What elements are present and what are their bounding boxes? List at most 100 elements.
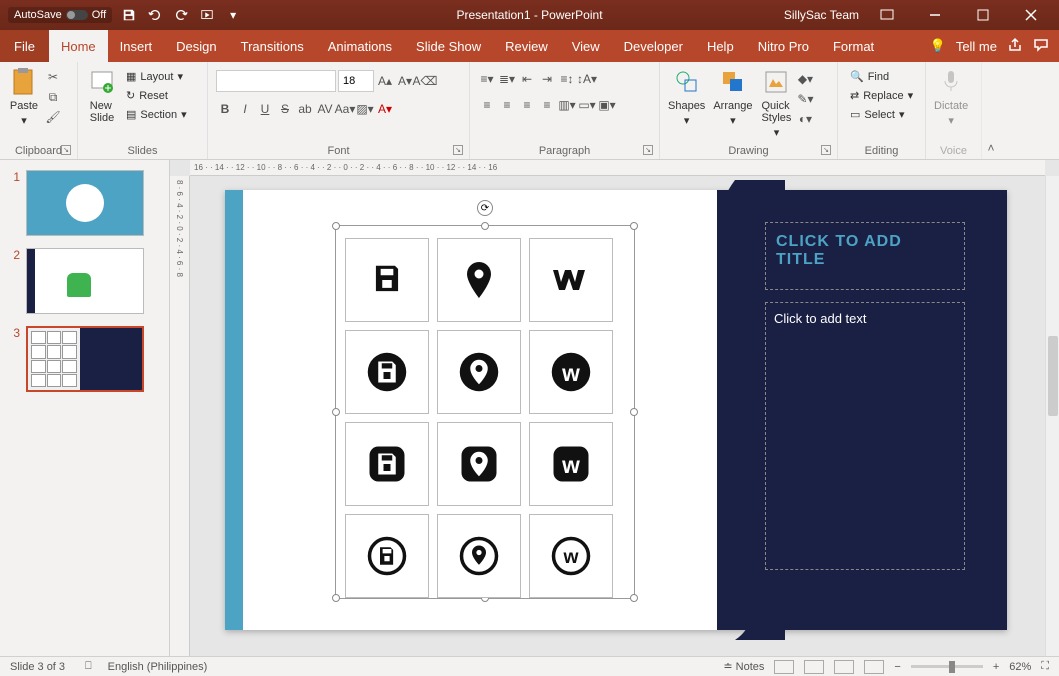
clear-formatting-icon[interactable]: A⌫ <box>416 72 434 90</box>
tab-developer[interactable]: Developer <box>612 30 695 62</box>
slide[interactable]: CLICK TO ADD TITLE Click to add text ⟳ <box>225 190 1007 630</box>
bullets-icon[interactable]: ≡▾ <box>478 70 496 88</box>
align-left-icon[interactable]: ≡ <box>478 96 496 114</box>
dialog-launcher-icon[interactable]: ↘ <box>643 145 653 155</box>
maximize-icon[interactable] <box>963 1 1003 29</box>
comments-icon[interactable] <box>1033 37 1049 56</box>
slide-thumbnail-3[interactable] <box>26 326 144 392</box>
tell-me-search[interactable]: Tell me <box>956 39 997 54</box>
line-spacing-icon[interactable]: ≡↕ <box>558 70 576 88</box>
underline-icon[interactable]: U <box>256 100 274 118</box>
fit-to-window-icon[interactable]: ⛶ <box>1041 660 1049 673</box>
change-case-icon[interactable]: Aa▾ <box>336 100 354 118</box>
find-button[interactable]: 🔍Find <box>846 68 893 85</box>
dialog-launcher-icon[interactable]: ↘ <box>453 145 463 155</box>
tab-help[interactable]: Help <box>695 30 746 62</box>
dialog-launcher-icon[interactable]: ↘ <box>61 145 71 155</box>
italic-icon[interactable]: I <box>236 100 254 118</box>
slide-sorter-view-icon[interactable] <box>804 660 824 674</box>
tab-transitions[interactable]: Transitions <box>229 30 316 62</box>
language-indicator[interactable]: English (Philippines) <box>108 661 208 673</box>
reset-button[interactable]: ↻Reset <box>122 87 191 104</box>
text-direction-icon[interactable]: ↕A▾ <box>578 70 596 88</box>
quick-styles-button[interactable]: Quick Styles▾ <box>756 64 796 141</box>
shape-fill-icon[interactable]: ◆▾ <box>796 70 814 88</box>
user-name[interactable]: SillySac Team <box>784 8 859 22</box>
shape-effects-icon[interactable]: ◐▾ <box>796 110 814 128</box>
bold-icon[interactable]: B <box>216 100 234 118</box>
shape-outline-icon[interactable]: ✎▾ <box>796 90 814 108</box>
tab-nitropro[interactable]: Nitro Pro <box>746 30 821 62</box>
font-color-icon[interactable]: A▾ <box>376 100 394 118</box>
notes-button[interactable]: ≐ Notes <box>723 660 764 673</box>
slide-canvas-area[interactable]: 16 · · 14 · · 12 · · 10 · · 8 · · 6 · · … <box>170 160 1059 656</box>
smartart-icon[interactable]: ▣▾ <box>598 96 616 114</box>
increase-indent-icon[interactable]: ⇥ <box>538 70 556 88</box>
font-name-input[interactable] <box>216 70 336 92</box>
icon-save-circle[interactable] <box>345 330 429 414</box>
align-right-icon[interactable]: ≡ <box>518 96 536 114</box>
tab-slideshow[interactable]: Slide Show <box>404 30 493 62</box>
tab-insert[interactable]: Insert <box>108 30 165 62</box>
copy-icon[interactable]: ⧉ <box>44 88 62 106</box>
resize-handle[interactable] <box>332 222 340 230</box>
slide-thumbnail-1[interactable] <box>26 170 144 236</box>
vertical-scrollbar[interactable] <box>1045 176 1059 656</box>
scrollbar-thumb[interactable] <box>1048 336 1058 416</box>
resize-handle[interactable] <box>332 408 340 416</box>
resize-handle[interactable] <box>332 594 340 602</box>
section-button[interactable]: ▤Section▾ <box>122 106 191 123</box>
columns-icon[interactable]: ▥▾ <box>558 96 576 114</box>
icon-pin[interactable] <box>437 238 521 322</box>
replace-button[interactable]: ⇄Replace▾ <box>846 87 917 104</box>
slide-counter[interactable]: Slide 3 of 3 <box>10 661 65 673</box>
slide-thumbnail-2[interactable] <box>26 248 144 314</box>
spellcheck-icon[interactable]: ⎕ <box>85 660 92 673</box>
layout-button[interactable]: ▦Layout▾ <box>122 68 191 85</box>
decrease-font-icon[interactable]: A▾ <box>396 72 414 90</box>
slide-thumbnails-panel[interactable]: 1 2 3 <box>0 160 170 656</box>
select-button[interactable]: ▭Select▾ <box>846 106 909 123</box>
shapes-button[interactable]: Shapes▾ <box>664 64 709 129</box>
align-center-icon[interactable]: ≡ <box>498 96 516 114</box>
icon-w-rounded[interactable]: w <box>529 422 613 506</box>
zoom-out-icon[interactable]: − <box>894 661 900 673</box>
icon-w[interactable] <box>529 238 613 322</box>
tab-animations[interactable]: Animations <box>316 30 404 62</box>
undo-icon[interactable] <box>146 6 164 24</box>
zoom-level[interactable]: 62% <box>1009 661 1031 673</box>
align-text-icon[interactable]: ▭▾ <box>578 96 596 114</box>
icon-save-outline[interactable] <box>345 514 429 598</box>
ribbon-display-options-icon[interactable] <box>867 1 907 29</box>
save-icon[interactable] <box>120 6 138 24</box>
character-spacing-icon[interactable]: AV <box>316 100 334 118</box>
cut-icon[interactable]: ✂ <box>44 68 62 86</box>
share-icon[interactable] <box>1007 37 1023 56</box>
rotation-handle-icon[interactable]: ⟳ <box>477 200 493 216</box>
numbering-icon[interactable]: ≣▾ <box>498 70 516 88</box>
justify-icon[interactable]: ≡ <box>538 96 556 114</box>
text-placeholder[interactable]: Click to add text <box>765 302 965 570</box>
icon-w-outline[interactable]: w <box>529 514 613 598</box>
format-painter-icon[interactable]: 🖌 <box>44 108 62 126</box>
new-slide-button[interactable]: New Slide <box>82 64 122 126</box>
tab-format[interactable]: Format <box>821 30 886 62</box>
close-icon[interactable] <box>1011 1 1051 29</box>
slideshow-view-icon[interactable] <box>864 660 884 674</box>
highlight-icon[interactable]: ▨▾ <box>356 100 374 118</box>
resize-handle[interactable] <box>630 594 638 602</box>
increase-font-icon[interactable]: A▴ <box>376 72 394 90</box>
redo-icon[interactable] <box>172 6 190 24</box>
autosave-toggle[interactable]: AutoSave Off <box>8 7 112 23</box>
icon-pin-circle[interactable] <box>437 330 521 414</box>
dialog-launcher-icon[interactable]: ↘ <box>821 145 831 155</box>
icon-save[interactable] <box>345 238 429 322</box>
tab-home[interactable]: Home <box>49 30 108 62</box>
qat-more-icon[interactable]: ▾ <box>224 6 242 24</box>
dictate-button[interactable]: Dictate▾ <box>930 64 972 129</box>
icon-pin-outline[interactable] <box>437 514 521 598</box>
tab-view[interactable]: View <box>560 30 612 62</box>
resize-handle[interactable] <box>630 408 638 416</box>
strikethrough-icon[interactable]: S <box>276 100 294 118</box>
zoom-in-icon[interactable]: + <box>993 661 999 673</box>
